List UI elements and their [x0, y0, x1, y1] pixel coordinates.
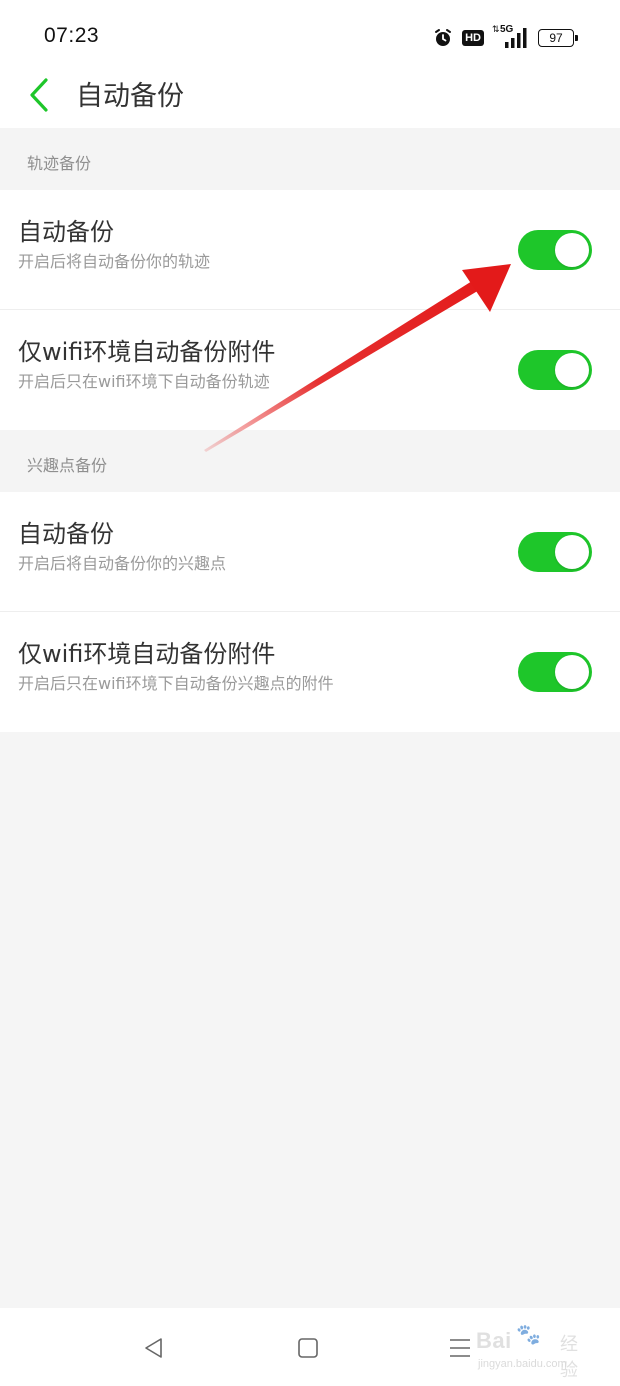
watermark-brand-cn: 经验	[560, 1334, 578, 1381]
section-header-track: 轨迹备份	[0, 128, 620, 190]
row-subtitle: 开启后只在wifi环境下自动备份轨迹	[18, 372, 270, 391]
nav-back-button[interactable]	[136, 1330, 172, 1366]
page-title: 自动备份	[76, 81, 184, 112]
status-time: 07:23	[44, 24, 100, 47]
row-subtitle: 开启后将自动备份你的轨迹	[18, 252, 211, 271]
section-title: 轨迹备份	[27, 154, 92, 173]
alarm-icon	[435, 29, 452, 46]
row-title: 仅wifi环境自动备份附件	[18, 640, 276, 668]
setting-row-poi-wifi-attachments[interactable]: 仅wifi环境自动备份附件 开启后只在wifi环境下自动备份兴趣点的附件	[0, 612, 620, 732]
toggle-knob	[555, 655, 589, 689]
section-title: 兴趣点备份	[27, 456, 108, 475]
home-square-icon	[298, 1338, 318, 1358]
baidu-jingyan-watermark: Bai 🐾 经验 jingyan.baidu.com	[474, 1320, 594, 1381]
row-subtitle: 开启后只在wifi环境下自动备份兴趣点的附件	[18, 674, 334, 693]
battery-icon: 97	[538, 29, 578, 47]
toggle-switch[interactable]	[518, 230, 592, 270]
row-subtitle: 开启后将自动备份你的兴趣点	[18, 554, 227, 573]
toggle-knob	[555, 535, 589, 569]
status-bar: 07:23 HD ⇅ 5G 97	[0, 0, 620, 64]
setting-row-track-wifi-attachments[interactable]: 仅wifi环境自动备份附件 开启后只在wifi环境下自动备份轨迹	[0, 310, 620, 430]
battery-tip	[575, 35, 578, 41]
menu-lines-icon	[450, 1339, 470, 1357]
data-arrows-icon: ⇅	[492, 25, 500, 35]
app-header: 自动备份	[0, 64, 620, 128]
paw-icon: 🐾	[516, 1322, 541, 1346]
setting-row-track-auto-backup[interactable]: 自动备份 开启后将自动备份你的轨迹	[0, 190, 620, 310]
row-title: 仅wifi环境自动备份附件	[18, 338, 276, 366]
signal-icon: ⇅ 5G	[492, 24, 528, 50]
setting-row-poi-auto-backup[interactable]: 自动备份 开启后将自动备份你的兴趣点	[0, 492, 620, 612]
toggle-knob	[555, 233, 589, 267]
hd-badge: HD	[462, 30, 484, 46]
toggle-switch[interactable]	[518, 532, 592, 572]
signal-bars-icon	[505, 28, 527, 48]
battery-level: 97	[549, 31, 563, 45]
back-triangle-icon	[145, 1338, 162, 1358]
toggle-knob	[555, 353, 589, 387]
row-title: 自动备份	[18, 520, 114, 548]
section-header-poi: 兴趣点备份	[0, 430, 620, 492]
back-button[interactable]	[14, 70, 64, 120]
watermark-url: jingyan.baidu.com	[478, 1358, 567, 1370]
nav-menu-button[interactable]	[442, 1330, 478, 1366]
status-icons: HD ⇅ 5G 97	[433, 24, 578, 50]
toggle-switch[interactable]	[518, 350, 592, 390]
row-title: 自动备份	[18, 218, 114, 246]
watermark-brand: Bai	[476, 1328, 512, 1353]
chevron-left-icon	[30, 78, 48, 112]
toggle-switch[interactable]	[518, 652, 592, 692]
nav-home-button[interactable]	[290, 1330, 326, 1366]
